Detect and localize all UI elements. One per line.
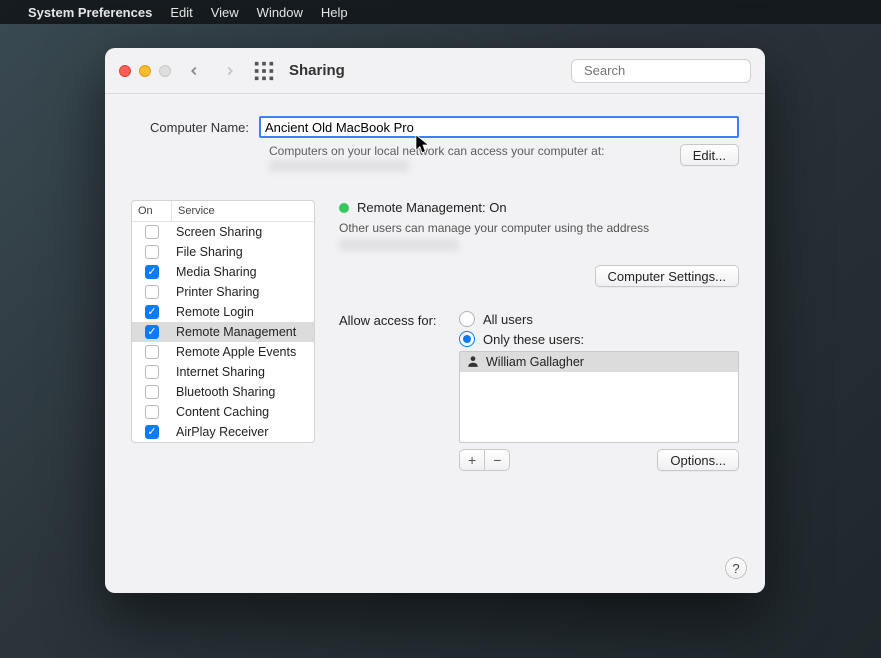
access-label: Allow access for: [339,311,449,328]
remove-user-button[interactable]: − [484,449,510,471]
service-checkbox[interactable] [145,365,159,379]
access-option-label: Only these users: [483,332,584,347]
chevron-right-icon [223,64,237,78]
search-field[interactable] [571,59,751,83]
service-label: Remote Apple Events [172,345,314,359]
service-label: AirPlay Receiver [172,425,314,439]
management-address [339,239,459,251]
chevron-left-icon [187,64,201,78]
content-area: Computer Name: Computers on your local n… [105,94,765,593]
service-row[interactable]: Remote Apple Events [132,342,314,362]
titlebar: Sharing [105,48,765,94]
computer-name-label: Computer Name: [131,120,259,135]
help-button[interactable]: ? [725,557,747,579]
access-option-label: All users [483,312,533,327]
service-checkbox[interactable] [145,265,159,279]
options-button[interactable]: Options... [657,449,739,471]
services-header: On Service [132,201,314,222]
service-label: Remote Management [172,325,314,339]
service-checkbox[interactable] [145,405,159,419]
menu-view[interactable]: View [211,5,239,20]
status-title: Remote Management: On [357,200,507,215]
service-row[interactable]: Media Sharing [132,262,314,282]
access-option-all-users[interactable]: All users [459,311,739,327]
service-row[interactable]: Internet Sharing [132,362,314,382]
services-header-service: Service [172,201,314,221]
service-row[interactable]: AirPlay Receiver [132,422,314,442]
access-section: Allow access for: All users Only these u… [339,311,739,471]
service-label: Printer Sharing [172,285,314,299]
service-checkbox[interactable] [145,425,159,439]
service-detail: Remote Management: On Other users can ma… [339,200,739,471]
service-row[interactable]: Screen Sharing [132,222,314,242]
app-menu[interactable]: System Preferences [28,5,152,20]
menu-help[interactable]: Help [321,5,348,20]
service-label: Bluetooth Sharing [172,385,314,399]
computer-name-hint-row: Computers on your local network can acce… [269,144,739,172]
status-row: Remote Management: On [339,200,739,215]
service-row[interactable]: Content Caching [132,402,314,422]
computer-name-hint: Computers on your local network can acce… [269,144,680,158]
zoom-window-button [159,65,171,77]
service-checkbox[interactable] [145,285,159,299]
preferences-window: Sharing Computer Name: Computers on your… [105,48,765,593]
computer-settings-button[interactable]: Computer Settings... [595,265,740,287]
service-checkbox[interactable] [145,385,159,399]
service-checkbox[interactable] [145,225,159,239]
window-title: Sharing [289,62,345,79]
traffic-lights [119,65,171,77]
access-option-only-these-users[interactable]: Only these users: [459,331,739,347]
service-row[interactable]: Printer Sharing [132,282,314,302]
add-user-button[interactable]: + [459,449,484,471]
menu-edit[interactable]: Edit [170,5,192,20]
service-checkbox[interactable] [145,325,159,339]
services-list: On Service Screen Sharing File Sharing Med… [131,200,315,443]
service-row[interactable]: Bluetooth Sharing [132,382,314,402]
hostname-text [269,160,409,172]
user-name: William Gallagher [486,355,584,369]
service-label: File Sharing [172,245,314,259]
edit-hostname-button[interactable]: Edit... [680,144,739,166]
computer-name-row: Computer Name: [131,116,739,138]
close-window-button[interactable] [119,65,131,77]
minimize-window-button[interactable] [139,65,151,77]
system-menubar: System Preferences Edit View Window Help [0,0,881,24]
show-all-button[interactable] [253,60,275,82]
grid-icon [253,60,275,82]
status-indicator-icon [339,203,349,213]
service-checkbox[interactable] [145,245,159,259]
service-label: Internet Sharing [172,365,314,379]
service-label: Remote Login [172,305,314,319]
computer-name-input[interactable] [259,116,739,138]
back-button[interactable] [181,58,207,84]
person-icon [466,354,480,371]
search-input[interactable] [584,63,760,78]
service-checkbox[interactable] [145,345,159,359]
service-checkbox[interactable] [145,305,159,319]
service-row[interactable]: File Sharing [132,242,314,262]
user-row[interactable]: William Gallagher [460,352,738,372]
radio-icon [459,311,475,327]
service-row[interactable]: Remote Login [132,302,314,322]
menu-window[interactable]: Window [257,5,303,20]
status-description: Other users can manage your computer usi… [339,221,739,235]
users-list[interactable]: William Gallagher [459,351,739,443]
service-label: Media Sharing [172,265,314,279]
services-header-on: On [132,201,172,221]
service-row[interactable]: Remote Management [132,322,314,342]
service-label: Screen Sharing [172,225,314,239]
service-label: Content Caching [172,405,314,419]
radio-icon [459,331,475,347]
forward-button[interactable] [217,58,243,84]
